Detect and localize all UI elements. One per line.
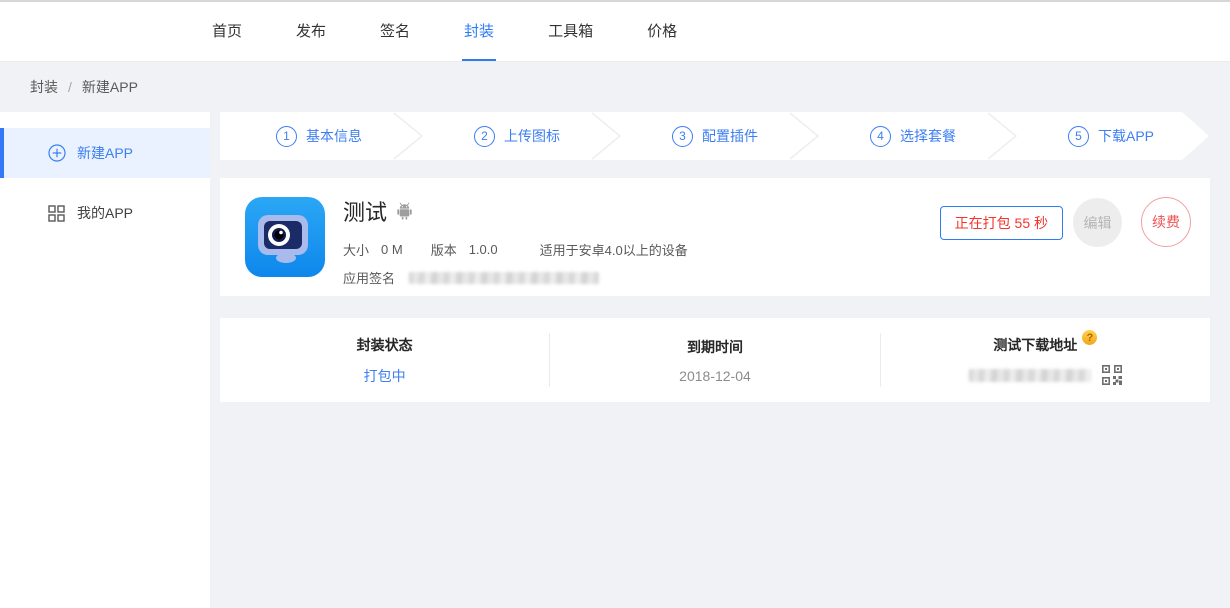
nav-item-toolbox[interactable]: 工具箱 (546, 2, 595, 61)
step-number: 5 (1068, 126, 1089, 147)
step-configure-plugins: 3 配置插件 (616, 112, 814, 160)
step-number: 2 (474, 126, 495, 147)
app-info: 测试 (343, 195, 688, 287)
sidebar-item-label: 我的APP (77, 203, 133, 223)
app-name: 测试 (343, 195, 387, 227)
breadcrumb: 封装 / 新建APP (30, 62, 138, 112)
expiry-column: 到期时间 2018-12-04 (550, 318, 879, 402)
top-nav: 首页 发布 签名 封装 工具箱 价格 (0, 0, 1230, 62)
grid-icon (48, 204, 66, 222)
step-upload-icon: 2 上传图标 (418, 112, 616, 160)
breadcrumb-section[interactable]: 封装 (30, 77, 58, 97)
page: 首页 发布 签名 封装 工具箱 价格 封装 / 新建APP 新建APP (0, 0, 1230, 608)
expiry-title: 到期时间 (687, 337, 743, 357)
step-label: 配置插件 (702, 126, 758, 146)
step-label: 下载APP (1098, 126, 1154, 146)
sidebar-item-my-app[interactable]: 我的APP (0, 188, 210, 238)
sidebar-item-new-app[interactable]: 新建APP (0, 128, 210, 178)
packing-status-button[interactable]: 正在打包 55 秒 (940, 206, 1063, 240)
step-basic-info: 1 基本信息 (220, 112, 418, 160)
sidebar: 新建APP 我的APP (0, 112, 210, 608)
app-icon (245, 197, 325, 277)
qr-code-icon[interactable] (1102, 365, 1122, 385)
expiry-value: 2018-12-04 (679, 368, 751, 384)
download-url-title: 测试下载地址 (993, 335, 1077, 355)
signature-label: 应用签名 (343, 268, 395, 287)
step-select-plan: 4 选择套餐 (814, 112, 1012, 160)
step-download-app: 5 下载APP (1012, 112, 1210, 160)
step-number: 3 (672, 126, 693, 147)
step-number: 1 (276, 126, 297, 147)
nav-item-home[interactable]: 首页 (210, 2, 244, 61)
download-url-column: 测试下载地址 ? (881, 318, 1210, 402)
breadcrumb-separator: / (68, 79, 72, 95)
version-label: 版本 (431, 240, 457, 259)
plus-circle-icon (48, 144, 66, 162)
package-status-title: 封装状态 (357, 335, 413, 355)
nav-item-publish[interactable]: 发布 (294, 2, 328, 61)
redacted-download-url (969, 369, 1091, 382)
status-card: 封装状态 打包中 到期时间 2018-12-04 测试下载地址 ? (220, 318, 1210, 402)
redacted-signature-value (409, 272, 599, 284)
nav-item-sign[interactable]: 签名 (378, 2, 412, 61)
size-label: 大小 (343, 240, 369, 259)
renew-button[interactable]: 续费 (1141, 197, 1191, 247)
step-label: 上传图标 (504, 126, 560, 146)
version-value: 1.0.0 (469, 242, 498, 257)
breadcrumb-current: 新建APP (82, 77, 138, 97)
app-card: 测试 (220, 178, 1210, 296)
nav-item-price[interactable]: 价格 (645, 2, 679, 61)
size-value: 0 M (381, 242, 403, 257)
step-label: 基本信息 (306, 126, 362, 146)
nav-item-package[interactable]: 封装 (462, 2, 496, 61)
package-status-value: 打包中 (364, 366, 406, 386)
step-number: 4 (870, 126, 891, 147)
compatibility-text: 适用于安卓4.0以上的设备 (540, 240, 688, 259)
edit-button[interactable]: 编辑 (1073, 198, 1122, 247)
main-content: 1 基本信息 2 上传图标 3 配置插件 4 选择套餐 5 下载APP (220, 112, 1210, 402)
step-label: 选择套餐 (900, 126, 956, 146)
package-status-column: 封装状态 打包中 (220, 318, 549, 402)
sidebar-item-label: 新建APP (77, 143, 133, 163)
android-icon (396, 202, 413, 220)
wizard-steps: 1 基本信息 2 上传图标 3 配置插件 4 选择套餐 5 下载APP (220, 112, 1210, 160)
help-icon[interactable]: ? (1082, 330, 1097, 345)
